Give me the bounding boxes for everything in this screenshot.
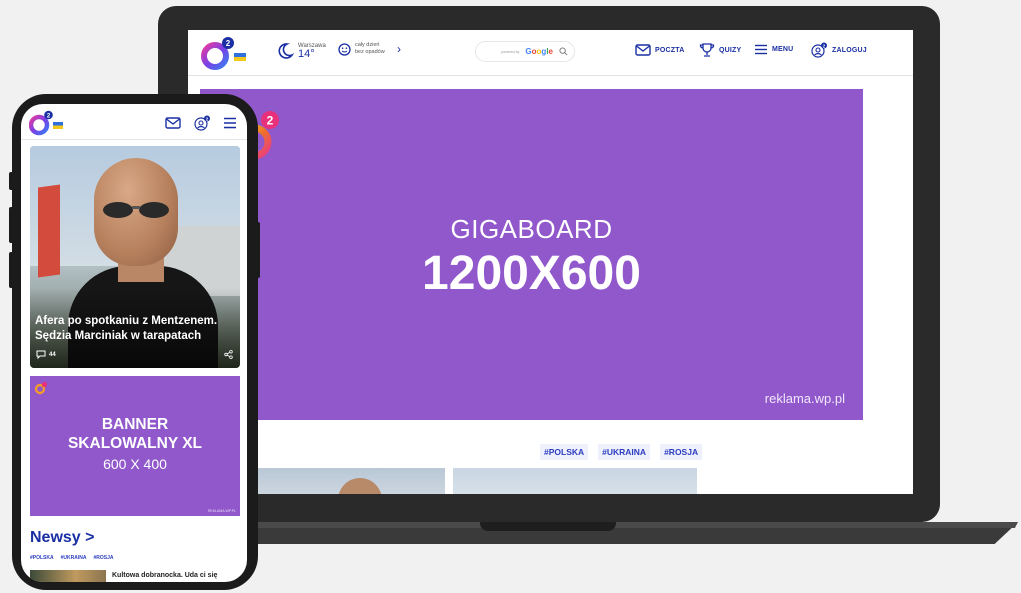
user-account-icon: 2 xyxy=(811,42,827,58)
forecast-text: cały dzień bez opadów xyxy=(355,42,385,55)
mobile-tags: #POLSKA #UKRAINA #ROSJA xyxy=(30,555,113,561)
banner-source: REKLAMA.WP.PL xyxy=(207,509,236,513)
desktop-header: 2 Warszawa 14° cały dzień bez opadów › p… xyxy=(188,30,913,76)
search-powered-by: powered by xyxy=(501,49,520,54)
news-heading[interactable]: Newsy > xyxy=(30,529,94,547)
tag-rosja[interactable]: #ROSJA xyxy=(660,444,703,460)
nav-menu[interactable]: MENU xyxy=(754,44,793,55)
google-brand: Google xyxy=(525,47,553,56)
moon-icon xyxy=(278,43,294,59)
hamburger-icon xyxy=(755,44,767,55)
laptop-notch xyxy=(480,522,616,531)
tag-polska[interactable]: #POLSKA xyxy=(30,555,54,561)
article-thumbnail[interactable] xyxy=(453,468,697,494)
tag-rosja[interactable]: #ROSJA xyxy=(93,555,113,561)
hero-article[interactable]: Afera po spotkaniu z Mentzenem. Sędzia M… xyxy=(30,146,240,368)
search-icon[interactable] xyxy=(559,47,568,56)
mobile-site: 2 2 Afera po spotkaniu z Mentzenem. Sędz… xyxy=(21,104,247,582)
gigaboard-ad[interactable]: GIGABOARD 1200X600 reklama.wp.pl xyxy=(200,89,863,420)
nav-zaloguj[interactable]: 2 ZALOGUJ xyxy=(810,42,867,58)
forecast-widget[interactable]: cały dzień bez opadów › xyxy=(338,42,401,56)
mobile-header-icons: 2 xyxy=(165,115,237,131)
chevron-right-icon[interactable]: › xyxy=(397,42,401,56)
tag-ukraina[interactable]: #UKRAINA xyxy=(598,444,651,460)
svg-text:2: 2 xyxy=(267,114,274,128)
laptop-base-edge xyxy=(240,522,1018,528)
o2-logo-icon[interactable]: 2 xyxy=(200,36,250,72)
banner-line3: 600 X 400 xyxy=(103,456,167,472)
banner-line2: SKALOWALNY XL xyxy=(67,435,203,452)
tag-ukraina[interactable]: #UKRAINA xyxy=(61,555,87,561)
news-item[interactable]: Kultowa dobranocka. Uda ci się xyxy=(30,570,240,582)
ad-line1: GIGABOARD xyxy=(450,214,613,244)
sunglasses-graphic xyxy=(103,202,169,218)
ad-line2: 1200X600 xyxy=(422,247,641,300)
nav-poczta-label: POCZTA xyxy=(655,46,685,54)
nav-menu-label: MENU xyxy=(772,46,794,53)
weather-widget[interactable]: Warszawa 14° xyxy=(276,42,326,60)
mail-icon xyxy=(635,44,651,56)
banner-line1: BANNER xyxy=(101,416,169,433)
search-input[interactable]: powered by Google xyxy=(475,41,575,62)
smile-icon xyxy=(338,42,351,56)
weather-temp: 14° xyxy=(298,48,315,60)
hamburger-icon[interactable] xyxy=(223,117,237,129)
trophy-icon xyxy=(699,43,715,57)
svg-text:2: 2 xyxy=(226,39,231,48)
banner-ad[interactable]: BANNER SKALOWALNY XL 600 X 400 REKLAMA.W… xyxy=(30,376,240,516)
nav-zaloguj-label: ZALOGUJ xyxy=(832,46,867,54)
desktop-site: 2 Warszawa 14° cały dzień bez opadów › p… xyxy=(188,30,913,494)
nav-quizy-label: QUIZY xyxy=(719,46,742,54)
article-thumbnail[interactable] xyxy=(258,468,445,494)
device-mockup-stage: 2 Warszawa 14° cały dzień bez opadów › p… xyxy=(0,0,1021,593)
comment-count[interactable]: 44 xyxy=(36,350,56,359)
o2-logo-icon xyxy=(34,381,48,395)
nav-quizy[interactable]: QUIZY xyxy=(699,42,741,58)
desktop-tags: #POLSKA #UKRAINA #ROSJA xyxy=(540,444,703,460)
nav-poczta[interactable]: POCZTA xyxy=(635,44,684,56)
comment-icon xyxy=(36,350,46,359)
hero-title[interactable]: Afera po spotkaniu z Mentzenem. Sędzia M… xyxy=(35,314,235,344)
ad-source: reklama.wp.pl xyxy=(764,391,845,406)
mail-icon[interactable] xyxy=(165,117,181,129)
user-account-icon[interactable]: 2 xyxy=(193,115,211,131)
comment-count-value: 44 xyxy=(49,351,56,358)
mobile-header: 2 2 xyxy=(21,104,247,140)
share-icon[interactable] xyxy=(224,350,233,359)
news-item-title: Kultowa dobranocka. Uda ci się xyxy=(112,572,218,579)
news-thumbnail xyxy=(30,570,106,582)
o2-logo-icon[interactable]: 2 xyxy=(29,110,65,136)
tag-polska[interactable]: #POLSKA xyxy=(540,444,589,460)
